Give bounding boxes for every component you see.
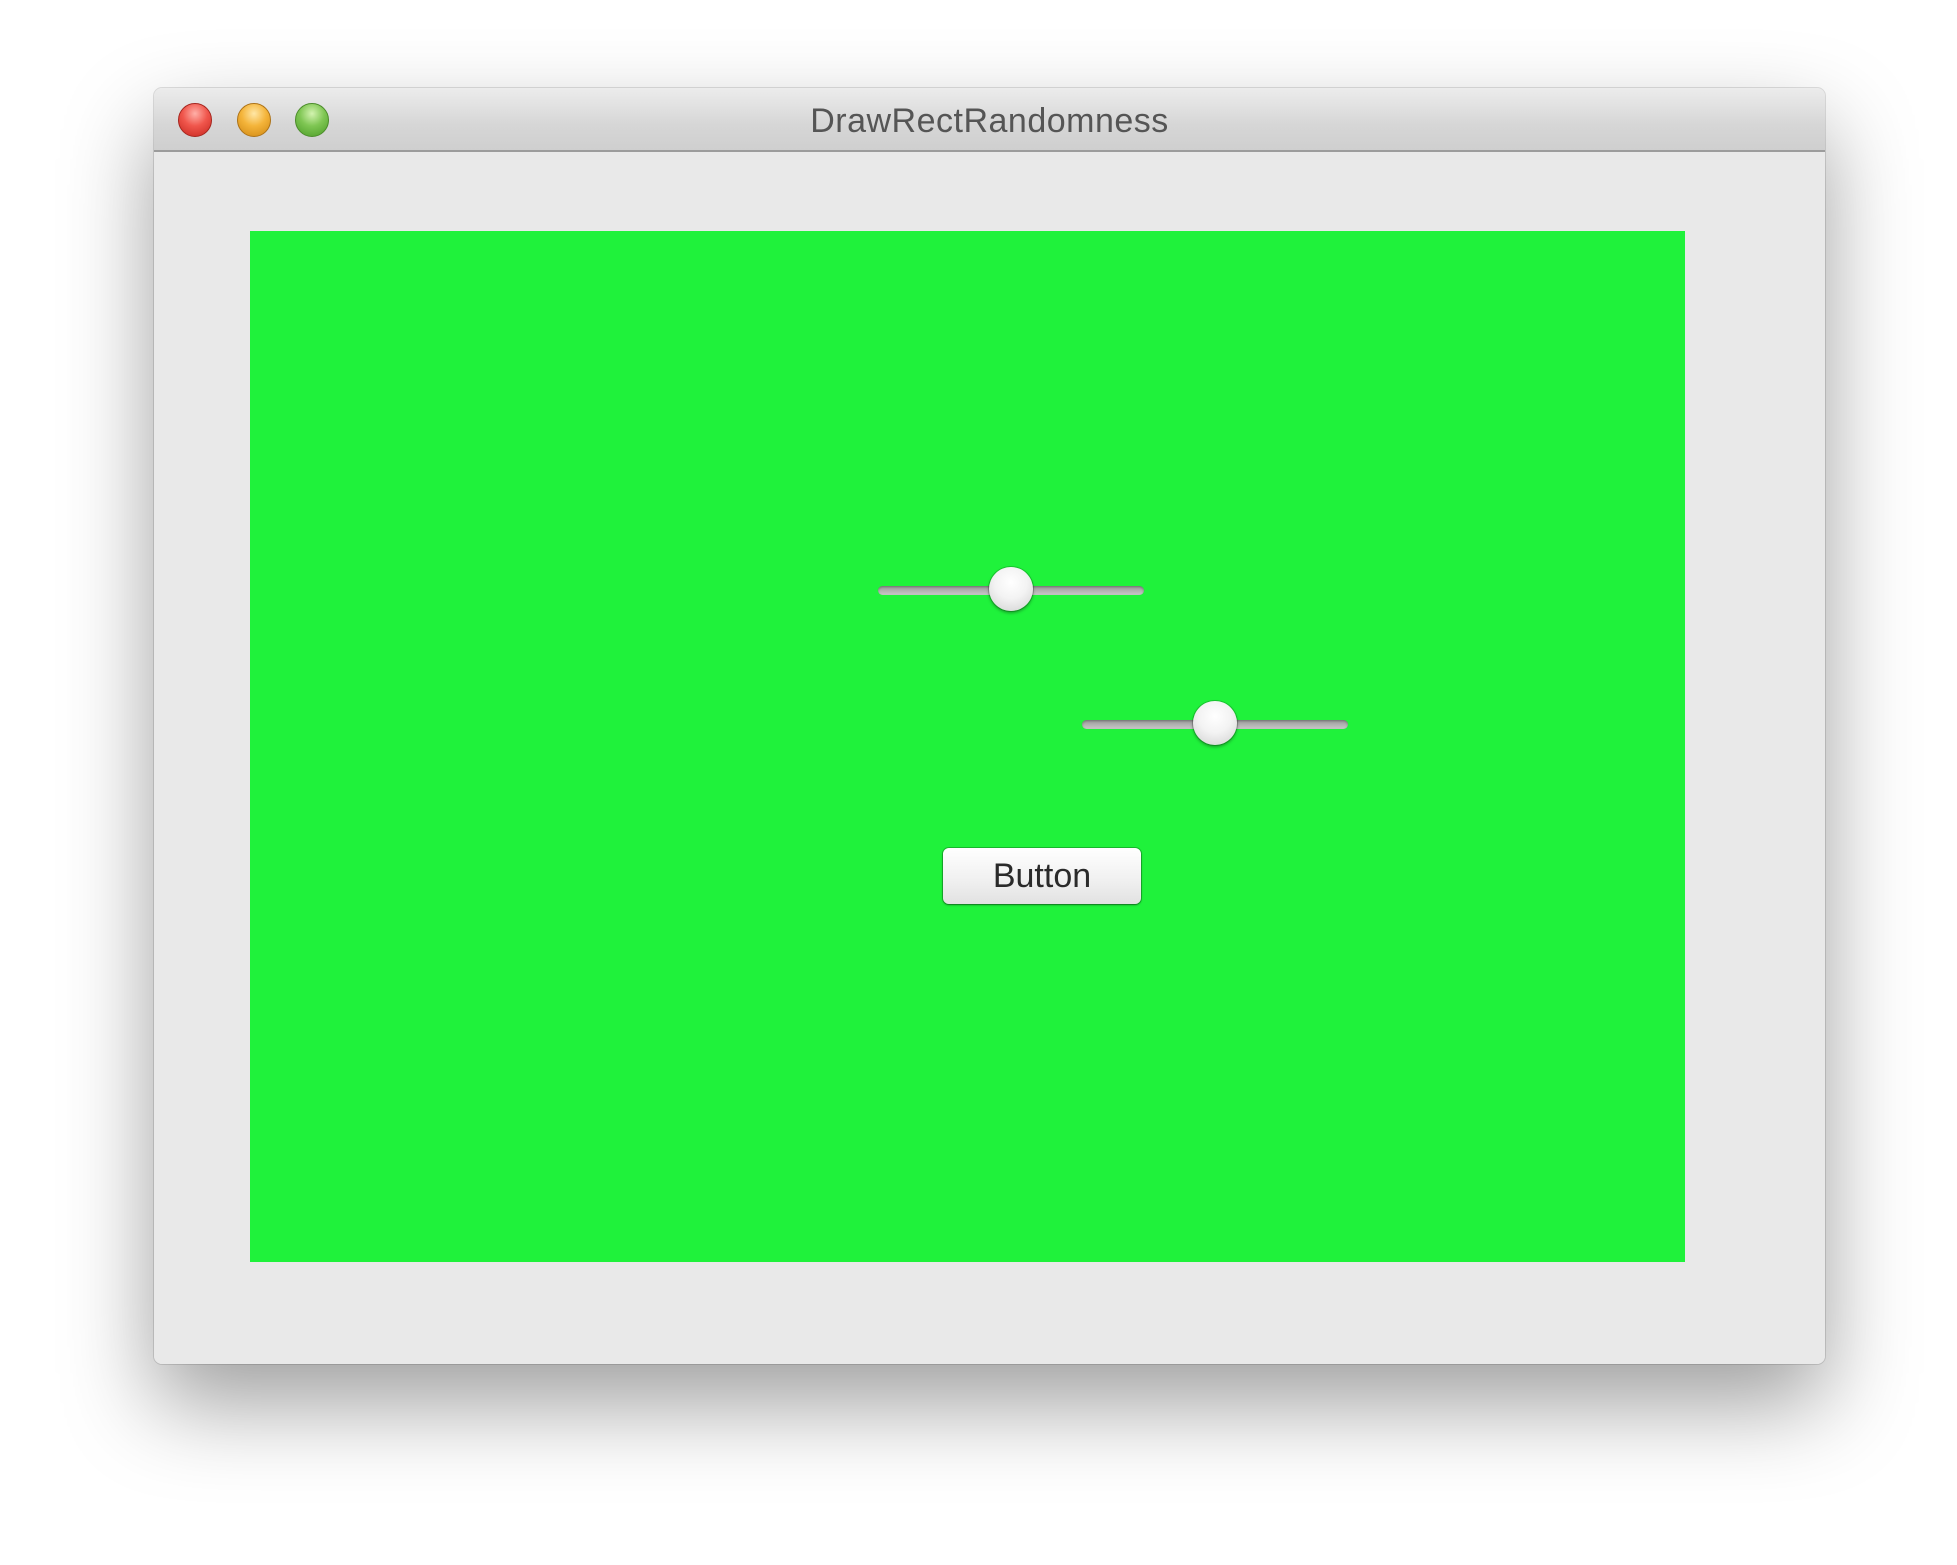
- screen: DrawRectRandomness Button: [0, 0, 1957, 1565]
- window-content: Button: [154, 152, 1825, 1364]
- title-bar[interactable]: DrawRectRandomness: [154, 88, 1825, 152]
- window-title: DrawRectRandomness: [810, 102, 1169, 140]
- button[interactable]: Button: [943, 848, 1141, 904]
- slider-thumb[interactable]: [989, 567, 1033, 611]
- app-window: DrawRectRandomness Button: [154, 88, 1825, 1364]
- slider-2[interactable]: [1082, 699, 1348, 749]
- slider-thumb[interactable]: [1193, 701, 1237, 745]
- green-rect-view: Button: [250, 231, 1685, 1262]
- slider-1[interactable]: [878, 565, 1144, 615]
